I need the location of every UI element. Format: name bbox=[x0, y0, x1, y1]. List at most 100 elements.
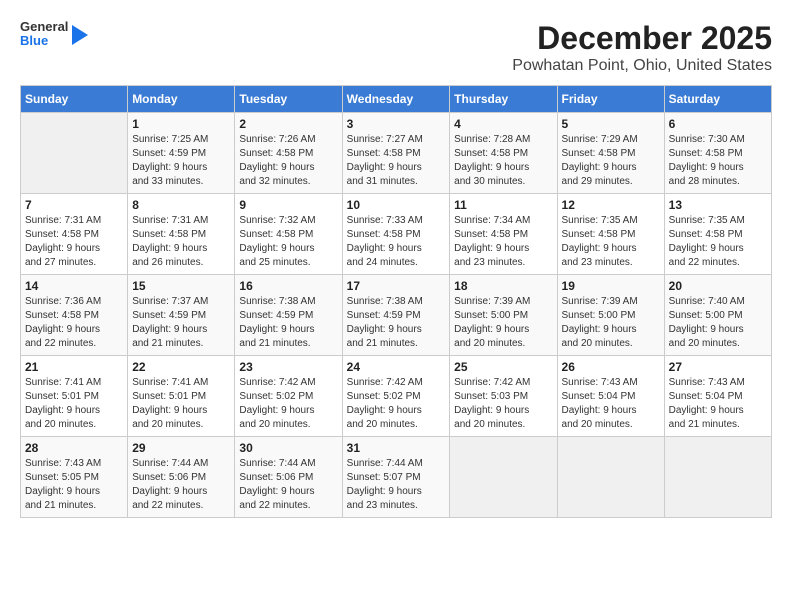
day-info: Sunrise: 7:28 AMSunset: 4:58 PMDaylight:… bbox=[454, 133, 552, 189]
calendar-cell: 21 Sunrise: 7:41 AMSunset: 5:01 PMDayligh… bbox=[21, 356, 128, 437]
calendar-cell: 4 Sunrise: 7:28 AMSunset: 4:58 PMDaylight… bbox=[450, 113, 557, 194]
calendar-cell: 29 Sunrise: 7:44 AMSunset: 5:06 PMDayligh… bbox=[128, 437, 235, 518]
calendar-cell bbox=[450, 437, 557, 518]
day-number: 1 bbox=[132, 117, 230, 131]
logo: General Blue bbox=[20, 20, 88, 49]
day-number: 5 bbox=[562, 117, 660, 131]
day-of-week-header: Friday bbox=[557, 86, 664, 113]
calendar-cell: 28 Sunrise: 7:43 AMSunset: 5:05 PMDayligh… bbox=[21, 437, 128, 518]
day-number: 12 bbox=[562, 198, 660, 212]
day-number: 3 bbox=[347, 117, 446, 131]
day-number: 16 bbox=[239, 279, 337, 293]
calendar-week-row: 14 Sunrise: 7:36 AMSunset: 4:58 PMDayligh… bbox=[21, 275, 772, 356]
day-of-week-header: Wednesday bbox=[342, 86, 450, 113]
calendar-cell: 15 Sunrise: 7:37 AMSunset: 4:59 PMDayligh… bbox=[128, 275, 235, 356]
day-number: 20 bbox=[669, 279, 767, 293]
day-info: Sunrise: 7:42 AMSunset: 5:03 PMDaylight:… bbox=[454, 376, 552, 432]
calendar-cell: 22Sunrise: 7:41 AMSunset: 5:01 PMDayligh… bbox=[128, 356, 235, 437]
day-info: Sunrise: 7:43 AMSunset: 5:05 PMDaylight:… bbox=[25, 457, 123, 513]
day-number: 9 bbox=[239, 198, 337, 212]
calendar-cell: 1 Sunrise: 7:25 AMSunset: 4:59 PMDaylight… bbox=[128, 113, 235, 194]
day-number: 30 bbox=[239, 441, 337, 455]
calendar-cell: 11 Sunrise: 7:34 AMSunset: 4:58 PMDayligh… bbox=[450, 194, 557, 275]
logo-general: General bbox=[20, 20, 68, 34]
day-info: Sunrise: 7:44 AMSunset: 5:06 PMDaylight:… bbox=[239, 457, 337, 513]
day-info: Sunrise: 7:34 AMSunset: 4:58 PMDaylight:… bbox=[454, 214, 552, 270]
day-info: Sunrise: 7:41 AMSunset: 5:01 PMDaylight:… bbox=[132, 376, 230, 432]
calendar-cell bbox=[557, 437, 664, 518]
day-info: Sunrise: 7:25 AMSunset: 4:59 PMDaylight:… bbox=[132, 133, 230, 189]
day-number: 27 bbox=[669, 360, 767, 374]
day-number: 31 bbox=[347, 441, 446, 455]
day-number: 7 bbox=[25, 198, 123, 212]
calendar-cell: 27 Sunrise: 7:43 AMSunset: 5:04 PMDayligh… bbox=[664, 356, 771, 437]
day-info: Sunrise: 7:33 AMSunset: 4:58 PMDaylight:… bbox=[347, 214, 446, 270]
day-info: Sunrise: 7:40 AMSunset: 5:00 PMDaylight:… bbox=[669, 295, 767, 351]
page-title: December 2025 bbox=[512, 20, 772, 57]
day-info: Sunrise: 7:39 AMSunset: 5:00 PMDaylight:… bbox=[562, 295, 660, 351]
calendar-cell: 25 Sunrise: 7:42 AMSunset: 5:03 PMDayligh… bbox=[450, 356, 557, 437]
day-info: Sunrise: 7:38 AMSunset: 4:59 PMDaylight:… bbox=[239, 295, 337, 351]
day-of-week-header: Thursday bbox=[450, 86, 557, 113]
day-info: Sunrise: 7:31 AMSunset: 4:58 PMDaylight:… bbox=[132, 214, 230, 270]
calendar-cell: 17 Sunrise: 7:38 AMSunset: 4:59 PMDayligh… bbox=[342, 275, 450, 356]
calendar-table: SundayMondayTuesdayWednesdayThursdayFrid… bbox=[20, 85, 772, 518]
day-number: 14 bbox=[25, 279, 123, 293]
calendar-cell: 2 Sunrise: 7:26 AMSunset: 4:58 PMDaylight… bbox=[235, 113, 342, 194]
calendar-cell: 5 Sunrise: 7:29 AMSunset: 4:58 PMDaylight… bbox=[557, 113, 664, 194]
calendar-cell: 20 Sunrise: 7:40 AMSunset: 5:00 PMDayligh… bbox=[664, 275, 771, 356]
logo-arrow-icon bbox=[72, 25, 88, 45]
day-info: Sunrise: 7:44 AMSunset: 5:06 PMDaylight:… bbox=[132, 457, 230, 513]
calendar-cell: 30 Sunrise: 7:44 AMSunset: 5:06 PMDayligh… bbox=[235, 437, 342, 518]
day-number: 19 bbox=[562, 279, 660, 293]
day-number: 24 bbox=[347, 360, 446, 374]
calendar-cell: 3 Sunrise: 7:27 AMSunset: 4:58 PMDaylight… bbox=[342, 113, 450, 194]
calendar-cell: 12Sunrise: 7:35 AMSunset: 4:58 PMDayligh… bbox=[557, 194, 664, 275]
calendar-cell: 7Sunrise: 7:31 AMSunset: 4:58 PMDaylight… bbox=[21, 194, 128, 275]
day-info: Sunrise: 7:43 AMSunset: 5:04 PMDaylight:… bbox=[669, 376, 767, 432]
day-number: 17 bbox=[347, 279, 446, 293]
day-of-week-header: Saturday bbox=[664, 86, 771, 113]
day-info: Sunrise: 7:29 AMSunset: 4:58 PMDaylight:… bbox=[562, 133, 660, 189]
day-info: Sunrise: 7:38 AMSunset: 4:59 PMDaylight:… bbox=[347, 295, 446, 351]
day-number: 18 bbox=[454, 279, 552, 293]
calendar-cell: 19 Sunrise: 7:39 AMSunset: 5:00 PMDayligh… bbox=[557, 275, 664, 356]
days-of-week-row: SundayMondayTuesdayWednesdayThursdayFrid… bbox=[21, 86, 772, 113]
day-info: Sunrise: 7:35 AMSunset: 4:58 PMDaylight:… bbox=[669, 214, 767, 270]
day-of-week-header: Monday bbox=[128, 86, 235, 113]
day-of-week-header: Tuesday bbox=[235, 86, 342, 113]
calendar-week-row: 21 Sunrise: 7:41 AMSunset: 5:01 PMDayligh… bbox=[21, 356, 772, 437]
calendar-cell: 10 Sunrise: 7:33 AMSunset: 4:58 PMDayligh… bbox=[342, 194, 450, 275]
title-block: December 2025 Powhatan Point, Ohio, Unit… bbox=[512, 20, 772, 75]
day-info: Sunrise: 7:39 AMSunset: 5:00 PMDaylight:… bbox=[454, 295, 552, 351]
calendar-cell: 31Sunrise: 7:44 AMSunset: 5:07 PMDayligh… bbox=[342, 437, 450, 518]
day-number: 21 bbox=[25, 360, 123, 374]
day-number: 2 bbox=[239, 117, 337, 131]
day-number: 25 bbox=[454, 360, 552, 374]
page-header: General Blue December 2025 Powhatan Poin… bbox=[20, 20, 772, 75]
day-info: Sunrise: 7:36 AMSunset: 4:58 PMDaylight:… bbox=[25, 295, 123, 351]
calendar-cell: 24Sunrise: 7:42 AMSunset: 5:02 PMDayligh… bbox=[342, 356, 450, 437]
day-number: 10 bbox=[347, 198, 446, 212]
day-info: Sunrise: 7:27 AMSunset: 4:58 PMDaylight:… bbox=[347, 133, 446, 189]
calendar-header: SundayMondayTuesdayWednesdayThursdayFrid… bbox=[21, 86, 772, 113]
day-number: 29 bbox=[132, 441, 230, 455]
day-info: Sunrise: 7:26 AMSunset: 4:58 PMDaylight:… bbox=[239, 133, 337, 189]
logo-blue: Blue bbox=[20, 34, 68, 48]
day-number: 4 bbox=[454, 117, 552, 131]
day-number: 11 bbox=[454, 198, 552, 212]
day-number: 8 bbox=[132, 198, 230, 212]
day-info: Sunrise: 7:41 AMSunset: 5:01 PMDaylight:… bbox=[25, 376, 123, 432]
calendar-week-row: 28 Sunrise: 7:43 AMSunset: 5:05 PMDayligh… bbox=[21, 437, 772, 518]
page-subtitle: Powhatan Point, Ohio, United States bbox=[512, 57, 772, 75]
day-number: 28 bbox=[25, 441, 123, 455]
calendar-cell bbox=[664, 437, 771, 518]
day-number: 15 bbox=[132, 279, 230, 293]
day-of-week-header: Sunday bbox=[21, 86, 128, 113]
calendar-cell: 14 Sunrise: 7:36 AMSunset: 4:58 PMDayligh… bbox=[21, 275, 128, 356]
calendar-cell: 6Sunrise: 7:30 AMSunset: 4:58 PMDaylight… bbox=[664, 113, 771, 194]
day-info: Sunrise: 7:37 AMSunset: 4:59 PMDaylight:… bbox=[132, 295, 230, 351]
calendar-week-row: 1 Sunrise: 7:25 AMSunset: 4:59 PMDaylight… bbox=[21, 113, 772, 194]
calendar-cell: 26Sunrise: 7:43 AMSunset: 5:04 PMDayligh… bbox=[557, 356, 664, 437]
calendar-cell: 16 Sunrise: 7:38 AMSunset: 4:59 PMDayligh… bbox=[235, 275, 342, 356]
